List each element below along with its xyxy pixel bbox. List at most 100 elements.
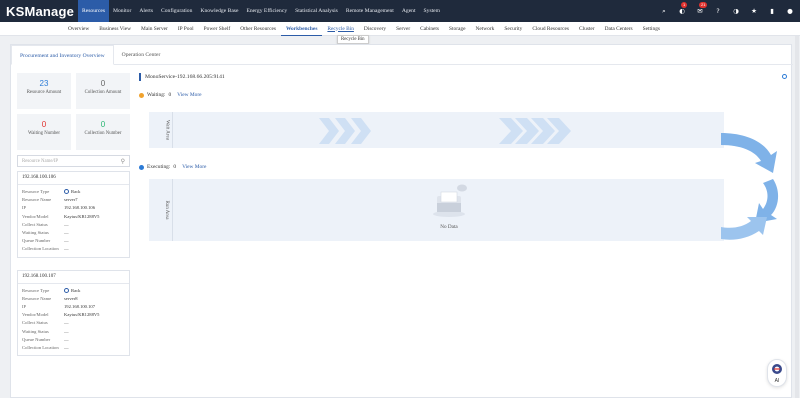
top-nav-remote-management[interactable]: Remote Management xyxy=(342,0,398,22)
sub-nav-network[interactable]: Network xyxy=(471,22,500,36)
field-key: Resource Name xyxy=(22,197,52,203)
field-value: Rack xyxy=(64,188,80,196)
favorite-icon-glyph: ★ xyxy=(751,7,757,15)
radio-icon xyxy=(64,189,69,195)
refresh-icon[interactable] xyxy=(782,74,787,79)
theme-icon[interactable]: ◑ xyxy=(732,7,740,15)
ai-assistant-button[interactable]: AI xyxy=(767,359,787,387)
user-icon[interactable]: ● xyxy=(786,7,794,15)
notification-badge: 21 xyxy=(699,2,708,8)
page-scrollbar[interactable] xyxy=(795,36,799,398)
search-icon[interactable]: ⌕ xyxy=(660,7,668,16)
sub-nav-discovery[interactable]: Discovery xyxy=(359,22,391,36)
stat-value: 0 xyxy=(41,120,47,129)
resource-card-header: 192.168.100.106 xyxy=(18,172,129,185)
field-value: 192.168.100.107 xyxy=(64,304,96,310)
field-key: Collect Status xyxy=(22,320,48,326)
sub-nav-settings[interactable]: Settings xyxy=(638,22,665,36)
sub-nav-cabinets[interactable]: Cabinets xyxy=(415,22,444,36)
stat-value: 0 xyxy=(100,79,106,88)
top-nav-configuration[interactable]: Configuration xyxy=(157,0,196,22)
field-value: — xyxy=(64,238,69,244)
sub-nav-power-shelf[interactable]: Power Shelf xyxy=(199,22,236,36)
tab-operation-center[interactable]: Operation Center xyxy=(114,45,169,64)
executing-status: Executing: 0 View More xyxy=(139,163,206,171)
top-nav-agent[interactable]: Agent xyxy=(398,0,420,22)
tab-procurement-and-inventory-overview[interactable]: Procurement and Inventory Overview xyxy=(11,45,114,65)
field-key: Resource Type xyxy=(22,189,50,194)
field-key: Collect Status xyxy=(22,221,48,227)
message-icon[interactable]: ✉ 21 xyxy=(696,2,708,15)
sub-nav: Overview Business View Main Server IP Pool P… xyxy=(0,22,800,36)
search-icon[interactable]: ⚲ xyxy=(121,158,125,165)
resource-field-row: Collect Status — xyxy=(22,319,125,327)
field-value: — xyxy=(64,230,69,236)
empty-state: No Data xyxy=(419,184,479,230)
waiting-view-more-link[interactable]: View More xyxy=(177,92,201,98)
resource-card-header: 192.168.100.107 xyxy=(18,271,129,284)
top-nav-statistical-analysis[interactable]: Statistical Analysis xyxy=(291,0,342,22)
resource-field-row: Vendor/Model Kaytus/KR1288V5 xyxy=(22,311,125,319)
top-nav-resources[interactable]: Resources xyxy=(78,0,109,22)
top-nav-energy-efficiency[interactable]: Energy Efficiency xyxy=(242,0,291,22)
sub-nav-overview[interactable]: Overview xyxy=(63,22,94,36)
trash-icon[interactable]: ▮ xyxy=(768,7,776,15)
sub-nav-workbenches[interactable]: Workbenches xyxy=(280,22,323,36)
sub-nav-other-resources[interactable]: Other Resources xyxy=(235,22,281,36)
sub-nav-recycle-bin[interactable]: Recycle Bin xyxy=(322,22,359,36)
sub-nav-security[interactable]: Security xyxy=(499,22,527,36)
sub-nav-data-centers[interactable]: Data Centers xyxy=(600,22,638,36)
app-logo[interactable]: KSManage xyxy=(0,4,78,19)
wait-area-chevrons xyxy=(319,118,571,144)
waiting-dot-icon xyxy=(139,92,144,98)
resource-field-row: Resource Name server7 xyxy=(22,196,125,204)
stat-label: Waiting Number xyxy=(28,131,60,136)
left-panel: 23 Resource Amount 0 Collection Amount 0 Wait… xyxy=(17,73,130,357)
sub-nav-ip-pool[interactable]: IP Pool xyxy=(173,22,199,36)
sub-nav-server[interactable]: Server xyxy=(391,22,415,36)
stat-collection-number: 0 Collection Number xyxy=(76,114,130,150)
stat-waiting-number: 0 Waiting Number xyxy=(17,114,71,150)
executing-view-more-link[interactable]: View More xyxy=(182,164,206,170)
resource-field-row: Collection Location — xyxy=(22,245,125,253)
resource-card[interactable]: 192.168.100.106 Resource Type Rack Resource… xyxy=(17,171,130,258)
resource-card[interactable]: 192.168.100.107 Resource Type Rack Resource… xyxy=(17,269,130,357)
field-value: Rack xyxy=(64,287,80,295)
field-value: — xyxy=(64,328,69,334)
stat-value: 0 xyxy=(100,120,106,129)
field-key: Vendor/Model xyxy=(22,312,49,318)
top-bar: KSManage Resources Monitor Alerts Configura… xyxy=(0,0,800,22)
field-value: Kaytus/KR1288V5 xyxy=(64,312,100,318)
ai-label: AI xyxy=(774,378,780,384)
notification-badge: 1 xyxy=(681,2,688,8)
top-nav-knowledge-base[interactable]: Knowledge Base xyxy=(196,0,242,22)
field-value: — xyxy=(64,336,69,342)
resource-field-row: IP 192.168.100.106 xyxy=(22,204,125,212)
top-nav-monitor[interactable]: Monitor xyxy=(109,0,135,22)
resource-field-row: Waiting Status — xyxy=(22,229,125,237)
sub-nav-storage[interactable]: Storage xyxy=(444,22,470,36)
user-icon-glyph: ● xyxy=(787,7,793,15)
favorite-icon[interactable]: ★ xyxy=(750,7,758,15)
alarm-icon[interactable]: ◐ 1 xyxy=(678,2,688,15)
resource-field-row: Vendor/Model Kaytus/KR1288V5 xyxy=(22,213,125,221)
search-input[interactable]: Resource Name/IP ⚲ xyxy=(17,155,130,167)
executing-dot-icon xyxy=(139,164,144,170)
field-key: Vendor/Model xyxy=(22,213,49,219)
sub-nav-cloud-resources[interactable]: Cloud Resources xyxy=(527,22,574,36)
field-key: Queue Number xyxy=(22,238,51,244)
help-icon[interactable]: ? xyxy=(714,7,722,15)
run-area: Run Area No Data xyxy=(149,179,724,241)
field-value: — xyxy=(64,221,69,227)
sub-nav-main-server[interactable]: Main Server xyxy=(136,22,173,36)
sub-nav-cluster[interactable]: Cluster xyxy=(574,22,600,36)
stat-label: Collection Amount xyxy=(84,90,122,95)
ai-icon xyxy=(772,364,782,374)
sub-nav-business-view[interactable]: Business View xyxy=(94,22,136,36)
stat-collection-amount: 0 Collection Amount xyxy=(76,73,130,109)
top-nav-system[interactable]: System xyxy=(420,0,444,22)
top-nav-alerts[interactable]: Alerts xyxy=(135,0,157,22)
stat-label: Collection Number xyxy=(84,131,122,136)
resource-field-row: Collect Status — xyxy=(22,221,125,229)
stats-grid: 23 Resource Amount 0 Collection Amount 0 Wait… xyxy=(17,73,130,150)
